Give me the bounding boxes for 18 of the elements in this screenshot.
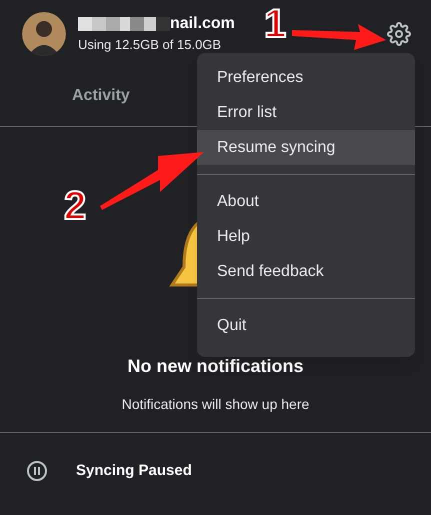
menu-item[interactable]: Help — [197, 219, 415, 254]
sync-status: Syncing Paused — [76, 460, 192, 481]
empty-state-subtitle: Notifications will show up here — [122, 395, 310, 414]
settings-icon[interactable] — [387, 22, 411, 46]
account-email: nail.com — [170, 14, 235, 34]
annotation-number: 2 — [64, 186, 86, 226]
storage-usage: Using 12.5GB of 15.0GB — [78, 37, 222, 52]
menu-item[interactable]: Quit — [197, 308, 415, 343]
avatar — [22, 12, 66, 56]
menu-item[interactable]: Error list — [197, 95, 415, 130]
menu-item[interactable]: Send feedback — [197, 254, 415, 289]
empty-state-title: No new notifications — [127, 355, 304, 378]
menu-item[interactable]: Preferences — [197, 60, 415, 95]
annotation-number: 1 — [264, 4, 286, 44]
pause-icon — [26, 460, 48, 482]
menu-item[interactable]: Resume syncing — [197, 130, 415, 165]
tab[interactable]: Activity — [72, 66, 130, 126]
menu-item[interactable]: About — [197, 184, 415, 219]
